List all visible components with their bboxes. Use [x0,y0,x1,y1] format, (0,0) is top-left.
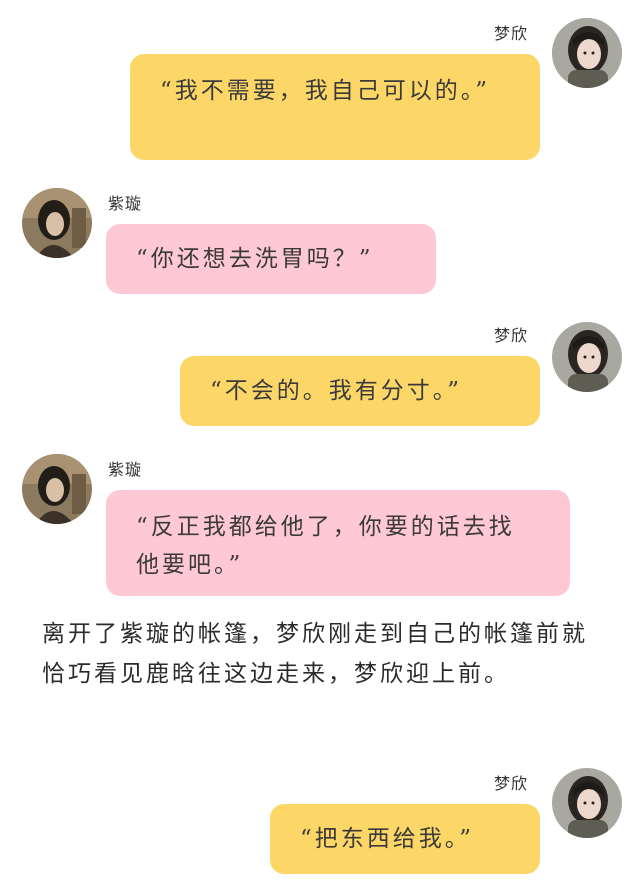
narration-text: 离开了紫璇的帐篷，梦欣刚走到自己的帐篷前就恰巧看见鹿晗往这边走来，梦欣迎上前。 [42,621,588,687]
girl-portrait-avatar-icon[interactable] [552,768,622,838]
girl-portrait-avatar-icon[interactable] [552,18,622,88]
message-bubble: “你还想去洗胃吗？” [106,224,436,294]
girl-sitting-avatar-icon[interactable] [22,454,92,524]
girl-portrait-avatar-icon[interactable] [552,322,622,392]
message-bubble: “不会的。我有分寸。” [180,356,540,426]
speaker-name: 紫璇 [108,460,143,479]
speaker-name: 梦欣 [494,774,529,793]
message-bubble: “把东西给我。” [270,804,540,874]
speaker-name: 梦欣 [494,24,529,43]
speaker-name: 紫璇 [108,194,143,213]
girl-sitting-avatar-icon[interactable] [22,188,92,258]
speaker-name: 梦欣 [494,326,529,345]
message-bubble: “我不需要，我自己可以的。” [130,54,540,160]
message-bubble: “反正我都给他了，你要的话去找他要吧。” [106,490,570,596]
